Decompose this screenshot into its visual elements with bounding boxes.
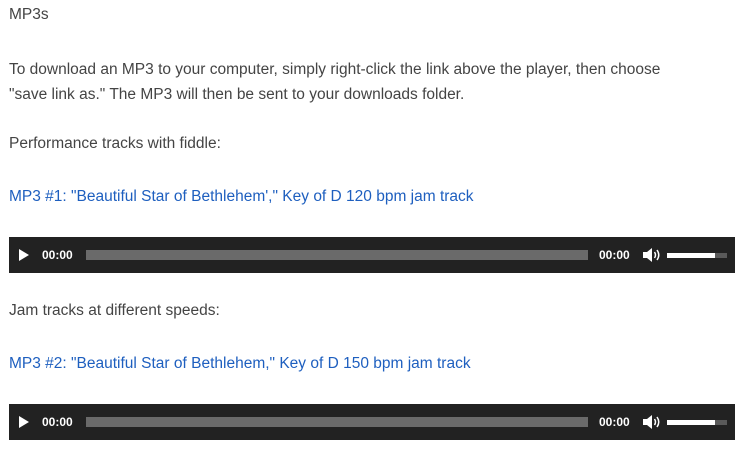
volume-level [667,253,715,258]
play-icon[interactable] [19,249,29,261]
volume-slider[interactable] [667,420,727,425]
volume-level [667,420,715,425]
mp3-link-2[interactable]: MP3 #2: "Beautiful Star of Bethlehem," K… [9,351,471,377]
duration-time: 00:00 [599,415,630,429]
duration-time: 00:00 [599,248,630,262]
section-title-performance: Performance tracks with fiddle: [9,135,221,152]
page-heading: MP3s [9,6,49,23]
progress-track[interactable] [86,250,588,260]
audio-player-2[interactable]: 00:00 00:00 [9,404,735,440]
progress-track[interactable] [86,417,588,427]
play-icon[interactable] [19,416,29,428]
speaker-icon[interactable] [642,414,662,430]
instructions-line-1: To download an MP3 to your computer, sim… [9,61,661,78]
instructions-line-2: "save link as." The MP3 will then be sen… [9,86,465,103]
current-time: 00:00 [42,415,73,429]
current-time: 00:00 [42,248,73,262]
volume-slider[interactable] [667,253,727,258]
mp3-link-1[interactable]: MP3 #1: "Beautiful Star of Bethlehem'," … [9,184,474,210]
speaker-icon[interactable] [642,247,662,263]
audio-player-1[interactable]: 00:00 00:00 [9,237,735,273]
section-title-jam: Jam tracks at different speeds: [9,302,220,319]
